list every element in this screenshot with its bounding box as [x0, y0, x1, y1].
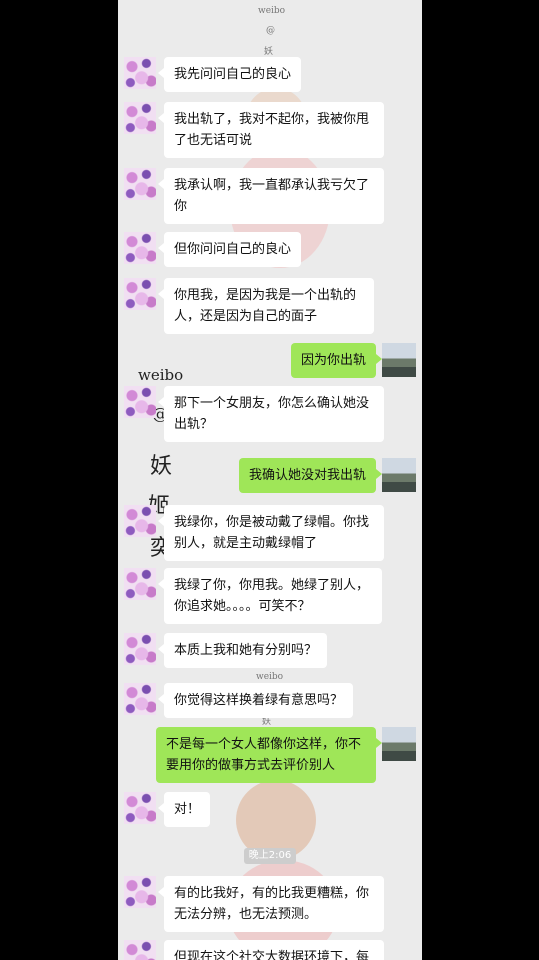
contact-avatar[interactable] — [124, 568, 156, 600]
message-timestamp: 晚上2:06 — [244, 848, 296, 864]
watermark-yao: 妖 — [150, 454, 173, 479]
message-bubble-incoming[interactable]: 但现在这个社交大数据环境下，每 — [164, 940, 384, 960]
message-bubble-incoming[interactable]: 你觉得这样换着绿有意思吗？ — [157, 683, 354, 718]
message-bubble-incoming[interactable]: 那下一个女朋友，你怎么确认她没出轨？ — [158, 386, 384, 442]
message-bubble-incoming[interactable]: 有的比我好，有的比我更糟糕，你无法分辨，也无法预测。 — [158, 876, 384, 932]
chat-screen: weibo @ 妖 weibo @ 妖 姬 奕 weibo 妖 我先问问自己的良… — [118, 0, 422, 960]
message-bubble-outgoing[interactable]: 我确认她没对我出轨 — [238, 458, 383, 493]
message-bubble-incoming[interactable]: 我绿了你，你甩我。她绿了别人，你追求她。。。。可笑不？ — [158, 568, 382, 624]
contact-avatar[interactable] — [124, 232, 156, 264]
message-bubble-incoming[interactable]: 你甩我，是因为我是一个出轨的人，还是因为自己的面子 — [158, 278, 374, 334]
contact-avatar[interactable] — [124, 940, 156, 960]
contact-avatar[interactable] — [124, 633, 156, 665]
contact-avatar[interactable] — [124, 792, 156, 824]
contact-avatar[interactable] — [124, 57, 156, 89]
user-avatar[interactable] — [382, 727, 416, 761]
message-bubble-outgoing[interactable]: 因为你出轨 — [290, 343, 383, 378]
message-bubble-incoming[interactable]: 我出轨了，我对不起你，我被你甩了也无话可说 — [158, 102, 384, 158]
message-bubble-incoming[interactable]: 我承认啊，我一直都承认我亏欠了你 — [158, 168, 384, 224]
user-avatar[interactable] — [382, 458, 416, 492]
message-bubble-incoming[interactable]: 对！ — [157, 792, 211, 827]
watermark-weibo: weibo — [258, 6, 286, 16]
message-bubble-incoming[interactable]: 本质上我和她有分别吗？ — [157, 633, 328, 668]
message-bubble-incoming[interactable]: 我先问问自己的良心 — [157, 57, 302, 92]
contact-avatar[interactable] — [124, 876, 156, 908]
contact-avatar[interactable] — [124, 683, 156, 715]
watermark-weibo: weibo — [138, 366, 184, 384]
watermark-yao: 妖 — [264, 47, 274, 57]
contact-avatar[interactable] — [124, 278, 156, 310]
contact-avatar[interactable] — [124, 102, 156, 134]
user-avatar[interactable] — [382, 343, 416, 377]
contact-avatar[interactable] — [124, 168, 156, 200]
contact-avatar[interactable] — [124, 505, 156, 537]
message-bubble-incoming[interactable]: 我绿你，你是被动戴了绿帽。你找别人，就是主动戴绿帽了 — [158, 505, 384, 561]
contact-avatar[interactable] — [124, 386, 156, 418]
watermark-at: @ — [266, 26, 275, 36]
message-bubble-outgoing[interactable]: 不是每一个女人都像你这样，你不要用你的做事方式去评价别人 — [156, 727, 382, 783]
message-bubble-incoming[interactable]: 但你问问自己的良心 — [157, 232, 302, 267]
watermark-weibo: weibo — [256, 672, 284, 682]
